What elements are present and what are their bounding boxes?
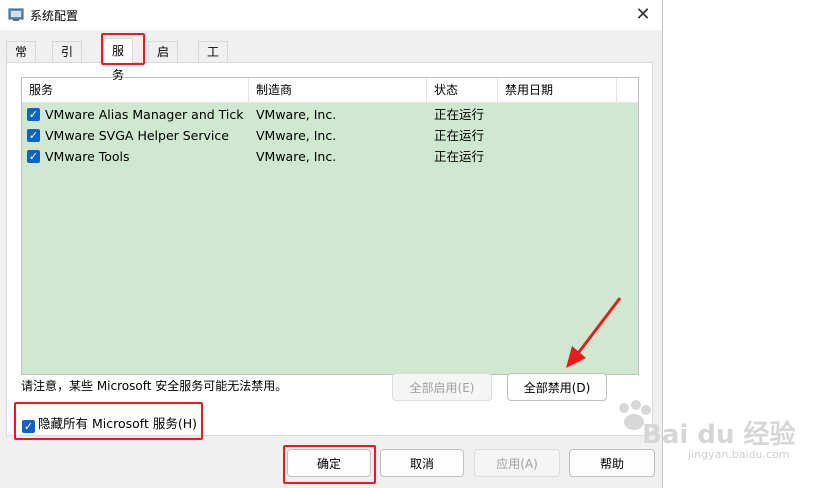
tab-general[interactable]: 常规	[6, 41, 37, 79]
tab-tools[interactable]: 工具	[198, 41, 229, 79]
checkbox-checked-icon[interactable]: ✓	[22, 420, 35, 433]
title-bar: 系统配置 ✕	[0, 0, 662, 30]
enable-all-button[interactable]: 全部启用(E)	[392, 373, 492, 401]
security-services-note: 请注意，某些 Microsoft 安全服务可能无法禁用。	[21, 379, 288, 393]
service-vendor: VMware, Inc.	[256, 107, 337, 122]
disable-all-button[interactable]: 全部禁用(D)	[507, 373, 607, 401]
service-status: 正在运行	[434, 128, 485, 143]
hide-microsoft-services-checkbox[interactable]: ✓ 隐藏所有 Microsoft 服务(H)	[22, 413, 197, 433]
column-header-status[interactable]: 状态	[427, 78, 498, 102]
service-name: VMware SVGA Helper Service	[45, 128, 229, 143]
column-header-vendor[interactable]: 制造商	[249, 78, 427, 102]
apply-button[interactable]: 应用(A)	[474, 449, 560, 477]
system-config-window: 系统配置 ✕ 常规 引导 服务 启动 工具 服务 制造商 状态 禁用日期 ✓ V…	[0, 0, 663, 488]
table-row[interactable]: ✓ VMware SVGA Helper Service VMware, Inc…	[22, 125, 638, 146]
tab-services[interactable]: 服务	[103, 38, 134, 82]
system-config-app-icon	[8, 8, 24, 21]
column-header-disabled-date[interactable]: 禁用日期	[498, 78, 617, 102]
services-panel: 服务 制造商 状态 禁用日期 ✓ VMware Alias Manager an…	[6, 62, 653, 436]
tab-boot[interactable]: 引导	[52, 41, 83, 79]
service-status: 正在运行	[434, 149, 485, 164]
hide-microsoft-services-label: 隐藏所有 Microsoft 服务(H)	[38, 416, 197, 431]
table-row[interactable]: ✓ VMware Tools VMware, Inc. 正在运行	[22, 146, 638, 167]
service-vendor: VMware, Inc.	[256, 149, 337, 164]
help-button[interactable]: 帮助	[569, 449, 655, 477]
annotation-arrow-icon	[566, 297, 622, 368]
service-status: 正在运行	[434, 107, 485, 122]
checkbox-checked-icon[interactable]: ✓	[27, 150, 40, 163]
close-icon[interactable]: ✕	[630, 2, 656, 28]
watermark-url: jingyan.baidu.com	[688, 448, 790, 461]
table-row[interactable]: ✓ VMware Alias Manager and Tick... VMwar…	[22, 104, 638, 125]
service-name: VMware Tools	[45, 149, 130, 164]
window-title: 系统配置	[30, 9, 79, 23]
tab-startup[interactable]: 启动	[148, 41, 179, 79]
services-list[interactable]: 服务 制造商 状态 禁用日期 ✓ VMware Alias Manager an…	[21, 77, 639, 375]
checkbox-checked-icon[interactable]: ✓	[27, 108, 40, 121]
column-header-service[interactable]: 服务	[22, 78, 249, 102]
cancel-button[interactable]: 取消	[380, 449, 464, 477]
checkbox-checked-icon[interactable]: ✓	[27, 129, 40, 142]
service-name: VMware Alias Manager and Tick...	[45, 107, 245, 122]
ok-button[interactable]: 确定	[287, 449, 371, 477]
service-vendor: VMware, Inc.	[256, 128, 337, 143]
watermark-brand: Bai du 经验	[642, 420, 796, 450]
